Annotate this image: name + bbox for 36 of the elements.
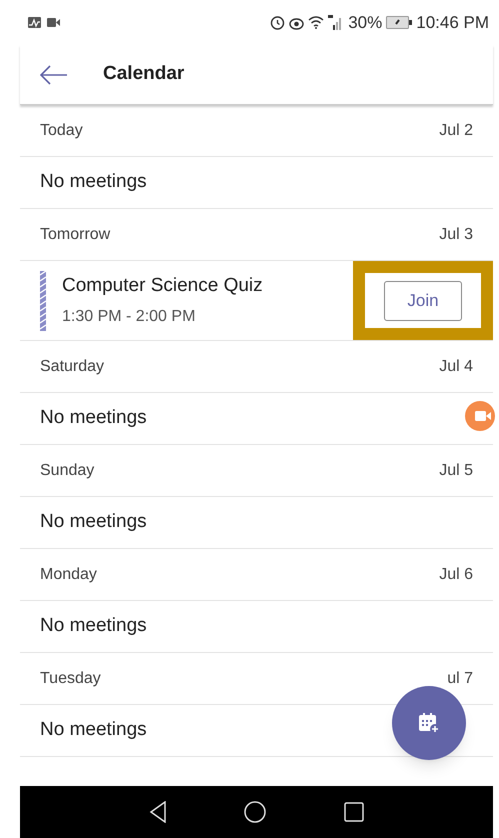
- join-button[interactable]: Join: [384, 280, 462, 320]
- no-meetings-text: No meetings: [40, 170, 147, 194]
- meeting-stripe-icon: [40, 270, 46, 330]
- battery-icon: [386, 16, 412, 29]
- home-nav-icon[interactable]: [244, 801, 266, 823]
- day-date: Jul 2: [439, 120, 473, 140]
- wifi-icon: [308, 16, 324, 29]
- video-icon: [47, 18, 60, 27]
- day-label: Today: [40, 120, 83, 140]
- no-meetings-text: No meetings: [40, 718, 147, 742]
- day-date: Jul 4: [439, 356, 473, 376]
- back-arrow-icon[interactable]: [40, 64, 68, 84]
- day-label: Tomorrow: [40, 224, 110, 244]
- no-meetings-text: No meetings: [40, 510, 147, 534]
- eye-icon: [289, 16, 304, 30]
- day-date: Jul 6: [439, 564, 473, 584]
- battery-percentage: 30%: [348, 12, 382, 34]
- clock-time: 10:46 PM: [416, 12, 489, 34]
- day-label: Tuesday: [40, 668, 101, 688]
- day-label: Saturday: [40, 356, 104, 376]
- day-label: Sunday: [40, 460, 94, 480]
- day-date: Jul 5: [439, 460, 473, 480]
- no-meetings-text: No meetings: [40, 406, 147, 430]
- back-nav-icon[interactable]: [148, 801, 167, 823]
- activity-icon: [28, 17, 41, 28]
- day-date: Jul 3: [439, 224, 473, 244]
- no-meetings-text: No meetings: [40, 614, 147, 638]
- day-date: ul 7: [447, 668, 473, 688]
- day-label: Monday: [40, 564, 97, 584]
- meeting-title: Computer Science Quiz: [62, 274, 264, 298]
- meeting-time: 1:30 PM - 2:00 PM: [62, 306, 196, 327]
- page-title: Calendar: [103, 62, 184, 86]
- meeting-item[interactable]: Computer Science Quiz 1:30 PM - 2:00 PM Join: [20, 261, 493, 341]
- alarm-clock-icon: [270, 15, 286, 30]
- recents-nav-icon[interactable]: [344, 802, 364, 822]
- calendar-add-icon: [417, 711, 441, 735]
